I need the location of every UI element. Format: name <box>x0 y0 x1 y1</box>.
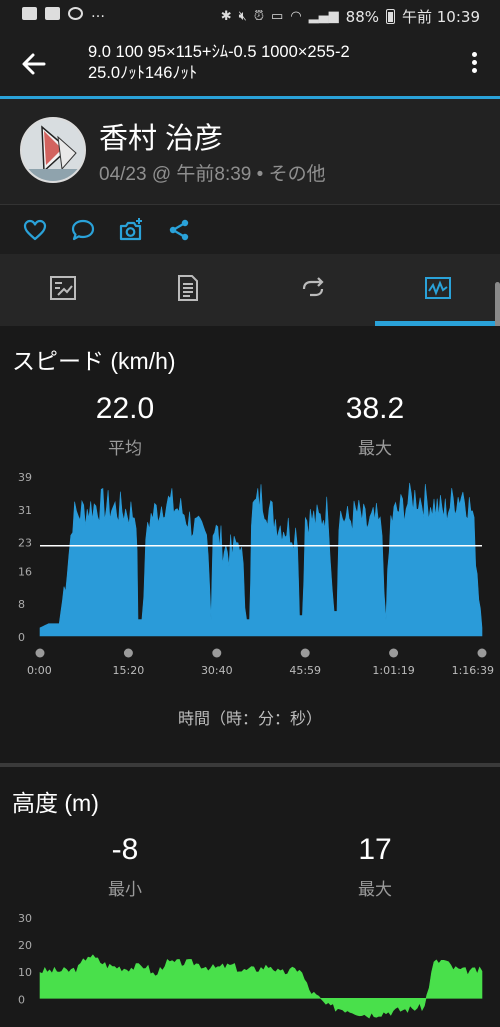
x-tick-dot-2 <box>212 648 222 658</box>
title-line-2: 25.0ﾉｯﾄ146ﾉｯﾄ <box>88 64 198 82</box>
kebab-dot <box>471 60 477 65</box>
status-bar: … ✱ 🔇︎ ⏰︎ ▭ ◠ ▂▄▆ 88% 午前 10:39 <box>0 0 500 32</box>
elevation-max-value: 17 <box>358 833 392 866</box>
y-tick-label-2: 16 <box>18 565 32 578</box>
x-tick-dot-0 <box>35 648 45 658</box>
app-bar: 9.0 100 95×115+ｼﾑ-0.5 1000×255-2 25.0ﾉｯﾄ… <box>0 32 500 96</box>
tab-laps[interactable] <box>250 254 375 326</box>
x-tick-dot-3 <box>300 648 310 658</box>
share-icon[interactable] <box>166 217 192 243</box>
image-icon <box>22 7 37 20</box>
x-tick-label-2: 30:40 <box>201 664 233 677</box>
user-name: 香村 治彦 <box>99 123 224 155</box>
series-area <box>39 954 483 1019</box>
elevation-title: 高度 (m) <box>12 790 99 816</box>
bluetooth-icon: ✱ <box>220 9 232 24</box>
arrow-left-icon <box>22 53 46 75</box>
document-icon <box>178 275 198 301</box>
elevation-chart[interactable]: 0 10 20 30 <box>0 907 500 1027</box>
y-tick-label-3: 30 <box>18 912 32 925</box>
activity-title: 9.0 100 95×115+ｼﾑ-0.5 1000×255-2 25.0ﾉｯﾄ… <box>88 42 448 84</box>
battery-icon <box>386 9 395 24</box>
social-actions <box>0 204 500 254</box>
youtube-icon <box>45 7 60 20</box>
tab-details[interactable] <box>125 254 250 326</box>
windsurf-photo-icon <box>22 119 84 181</box>
speed-average-value: 22.0 <box>95 392 155 425</box>
series-area <box>39 482 483 637</box>
speed-max-value: 38.2 <box>345 392 405 425</box>
alarm-icon: ⏰︎ <box>253 9 265 24</box>
elevation-panel: 高度 (m) -8 最小 17 最大 0 10 20 30 <box>0 767 500 1027</box>
profile-header: 香村 治彦 04/23 @ 午前8:39 • その他 <box>0 99 500 204</box>
overview-icon <box>50 276 76 300</box>
x-tick-label-1: 15:20 <box>113 664 145 677</box>
y-tick-label-0: 0 <box>18 631 25 644</box>
y-tick-label-1: 10 <box>18 966 32 979</box>
y-tick-label-1: 8 <box>18 598 25 611</box>
battery-percent: 88% <box>345 7 379 26</box>
y-tick-label-0: 0 <box>18 993 25 1006</box>
y-tick-label-3: 23 <box>18 537 32 550</box>
repeat-icon <box>302 277 324 297</box>
kebab-dot <box>471 68 477 73</box>
y-tick-label-4: 31 <box>18 504 32 517</box>
tab-overview[interactable] <box>0 254 125 326</box>
x-tick-label-3: 45:59 <box>289 664 321 677</box>
signal-icon: ▂▄▆ <box>308 9 339 24</box>
y-tick-label-5: 39 <box>18 471 32 484</box>
avatar[interactable] <box>20 117 86 183</box>
title-line-1: 9.0 100 95×115+ｼﾑ-0.5 1000×255-2 <box>88 43 350 61</box>
elevation-min-value: -8 <box>111 833 139 866</box>
x-tick-dot-5 <box>477 648 487 658</box>
elevation-min-label: 最小 <box>108 880 142 900</box>
x-tick-label-5: 1:16:39 <box>452 664 494 677</box>
chart-icon <box>425 277 451 299</box>
x-tick-dot-4 <box>389 648 399 658</box>
overflow-menu-button[interactable] <box>464 50 484 78</box>
tab-bar <box>0 254 500 326</box>
x-tick-label-4: 1:01:19 <box>372 664 414 677</box>
tab-charts[interactable] <box>375 254 500 326</box>
x-tick-label-0: 0:00 <box>27 664 52 677</box>
speed-x-axis-caption: 時間（時：分：秒） <box>177 709 322 728</box>
speed-title: スピード (km/h) <box>12 348 176 374</box>
back-button[interactable] <box>18 48 50 80</box>
kebab-dot <box>471 52 477 57</box>
clock: 午前 10:39 <box>402 8 480 26</box>
comment-icon[interactable] <box>70 217 96 243</box>
add-photo-icon[interactable] <box>118 217 144 243</box>
heart-icon[interactable] <box>22 217 48 243</box>
mute-icon: 🔇︎ <box>238 9 247 24</box>
elevation-max-label: 最大 <box>358 880 392 900</box>
activity-meta: 04/23 @ 午前8:39 • その他 <box>99 164 326 185</box>
speed-chart[interactable]: 0 8 16 23 31 39 0:00 15:20 30:40 45:59 1:01:19 1:16… <box>0 466 500 686</box>
x-tick-dot-1 <box>123 648 133 658</box>
more-dots-icon: … <box>91 5 105 21</box>
wifi-icon: ◠ <box>290 9 302 24</box>
speed-panel: スピード (km/h) 22.0 平均 38.2 最大 0 8 16 23 31 39 0:… <box>0 326 500 763</box>
volte-icon: ▭ <box>271 9 284 24</box>
speed-max-label: 最大 <box>358 439 392 459</box>
sync-icon <box>68 7 83 20</box>
y-tick-label-2: 20 <box>18 939 32 952</box>
speed-average-label: 平均 <box>108 439 142 459</box>
